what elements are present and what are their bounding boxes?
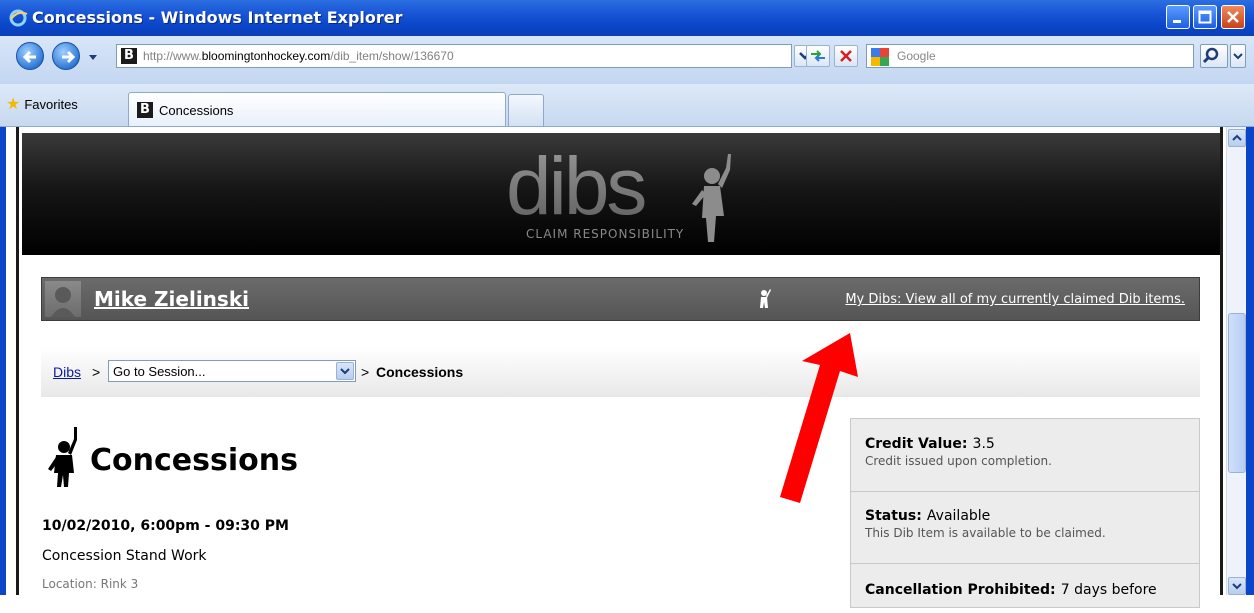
scroll-down-button[interactable] bbox=[1228, 577, 1246, 595]
banner-tagline: CLAIM RESPONSIBILITY bbox=[526, 227, 684, 241]
new-tab-button[interactable] bbox=[508, 94, 544, 126]
site-favicon-icon: B bbox=[137, 102, 153, 118]
avatar bbox=[45, 281, 81, 317]
search-placeholder: Google bbox=[897, 49, 936, 63]
user-bar: Mike Zielinski My Dibs: View all of my c… bbox=[41, 277, 1200, 321]
ie-logo-icon bbox=[9, 9, 28, 27]
recent-pages-dropdown-icon[interactable] bbox=[88, 54, 98, 62]
session-select[interactable]: Go to Session... bbox=[108, 360, 356, 382]
item-location: Location: Rink 3 bbox=[42, 577, 139, 591]
chevron-up-icon bbox=[1232, 134, 1242, 141]
google-logo-icon bbox=[871, 48, 889, 66]
refresh-icon bbox=[811, 50, 825, 62]
annotation-arrow-icon bbox=[780, 333, 858, 503]
user-silhouette-icon bbox=[51, 287, 75, 317]
search-options-button[interactable] bbox=[1230, 44, 1246, 68]
close-button[interactable] bbox=[1221, 5, 1245, 29]
window-titlebar: Concessions - Windows Internet Explorer bbox=[0, 0, 1254, 37]
waving-person-icon bbox=[692, 154, 731, 242]
dibs-logo[interactable]: dibs CLAIM RESPONSIBILITY bbox=[506, 146, 746, 246]
minimize-button[interactable] bbox=[1166, 5, 1190, 29]
status-label: Status: bbox=[865, 508, 922, 524]
stop-button[interactable] bbox=[834, 45, 858, 67]
scroll-up-button[interactable] bbox=[1228, 129, 1246, 147]
my-dibs-link[interactable]: My Dibs: View all of my currently claime… bbox=[845, 292, 1185, 307]
site-favicon-icon: B bbox=[121, 48, 137, 64]
cancellation-cell: Cancellation Prohibited: 7 days before bbox=[851, 563, 1199, 613]
breadcrumb-current: Concessions bbox=[376, 364, 464, 380]
chevron-down-icon bbox=[1233, 53, 1243, 60]
credit-value: 3.5 bbox=[972, 436, 995, 452]
compatibility-refresh-button[interactable] bbox=[806, 45, 830, 67]
breadcrumb: Dibs > Go to Session... > Concessions bbox=[41, 347, 1200, 397]
favorites-label: Favorites bbox=[24, 97, 78, 112]
address-url[interactable]: http://www.bloomingtonhockey.com/dib_ite… bbox=[143, 49, 454, 63]
close-icon bbox=[1227, 11, 1239, 23]
tab-concessions[interactable]: B Concessions bbox=[128, 92, 506, 126]
forward-arrow-icon bbox=[62, 50, 76, 64]
forward-button[interactable] bbox=[52, 42, 80, 70]
address-bar[interactable]: B http://www.bloomingtonhockey.com/dib_i… bbox=[116, 44, 792, 68]
page-border-left bbox=[16, 127, 19, 595]
vertical-scrollbar[interactable] bbox=[1226, 127, 1247, 595]
waving-person-icon bbox=[48, 427, 77, 487]
status-cell: Status: Available This Dib Item is avail… bbox=[851, 491, 1199, 564]
breadcrumb-separator: > bbox=[92, 364, 101, 380]
username-link[interactable]: Mike Zielinski bbox=[94, 287, 249, 311]
search-box[interactable]: Google bbox=[866, 44, 1194, 68]
credit-value-cell: Credit Value: 3.5 Credit issued upon com… bbox=[851, 419, 1199, 492]
page-title: Concessions bbox=[90, 443, 298, 478]
maximize-button[interactable] bbox=[1193, 5, 1217, 29]
dibs-logo-text: dibs bbox=[506, 146, 645, 232]
session-select-value: Go to Session... bbox=[113, 364, 206, 379]
window-frame-right bbox=[1246, 127, 1254, 595]
search-icon bbox=[1202, 47, 1219, 64]
credit-note: Credit issued upon completion. bbox=[865, 454, 1052, 468]
item-info-panel: Credit Value: 3.5 Credit issued upon com… bbox=[850, 418, 1200, 608]
cancellation-value: 7 days before bbox=[1060, 582, 1157, 598]
star-icon: ★ bbox=[6, 96, 21, 113]
breadcrumb-separator: > bbox=[361, 364, 370, 380]
chevron-down-icon bbox=[340, 368, 350, 375]
item-description: Concession Stand Work bbox=[42, 548, 207, 564]
page-border-right bbox=[1220, 127, 1223, 595]
status-note: This Dib Item is available to be claimed… bbox=[865, 526, 1106, 540]
scroll-thumb[interactable] bbox=[1228, 313, 1246, 473]
favorites-button[interactable]: ★ Favorites bbox=[6, 94, 78, 114]
back-arrow-icon bbox=[22, 50, 36, 64]
breadcrumb-dibs-link[interactable]: Dibs bbox=[53, 364, 81, 380]
chevron-down-icon bbox=[1232, 583, 1242, 590]
viewport-gutter bbox=[6, 127, 10, 595]
navigation-bar: B http://www.bloomingtonhockey.com/dib_i… bbox=[0, 36, 1254, 84]
session-select-dropdown-button[interactable] bbox=[336, 362, 354, 380]
maximize-icon bbox=[1198, 10, 1212, 24]
status-value: Available bbox=[926, 508, 991, 524]
window-title: Concessions - Windows Internet Explorer bbox=[32, 8, 403, 27]
minimize-icon bbox=[1173, 20, 1181, 23]
stop-x-icon bbox=[840, 50, 852, 62]
back-button[interactable] bbox=[16, 42, 44, 70]
item-datetime: 10/02/2010, 6:00pm - 09:30 PM bbox=[42, 518, 289, 534]
search-button[interactable] bbox=[1200, 44, 1228, 68]
tab-label: Concessions bbox=[159, 103, 234, 118]
waving-person-icon bbox=[760, 289, 771, 308]
credit-value-label: Credit Value: bbox=[865, 436, 968, 452]
tab-bar: ★ Favorites B Concessions bbox=[0, 84, 1254, 127]
cancellation-label: Cancellation Prohibited: bbox=[865, 582, 1056, 598]
